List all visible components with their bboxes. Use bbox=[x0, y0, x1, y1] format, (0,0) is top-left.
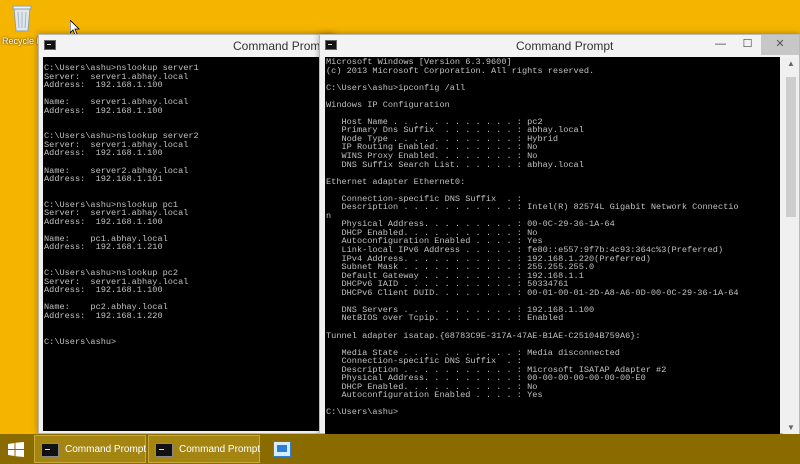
taskbar: Command Prompt Command Prompt bbox=[0, 434, 800, 464]
taskbar-command-prompt-2[interactable]: Command Prompt bbox=[148, 435, 260, 463]
taskbar-pinned-server-manager[interactable] bbox=[266, 436, 298, 462]
console-output-right[interactable]: Microsoft Windows [Version 6.3.9600] (c)… bbox=[325, 57, 780, 435]
taskbar-button-label: Command Prompt bbox=[179, 444, 261, 455]
windows-logo-icon bbox=[8, 442, 24, 457]
maximize-button[interactable]: ☐ bbox=[734, 35, 761, 55]
taskbar-command-prompt-1[interactable]: Command Prompt bbox=[34, 435, 146, 463]
window-controls: — ☐ ✕ bbox=[707, 35, 799, 57]
scroll-up-icon[interactable]: ▲ bbox=[783, 57, 799, 71]
command-prompt-icon bbox=[325, 40, 337, 50]
window-title-right: Command Prompt bbox=[516, 39, 614, 53]
recycle-bin-icon bbox=[12, 5, 32, 32]
taskbar-button-label: Command Prompt bbox=[65, 444, 147, 455]
titlebar-right[interactable]: Command Prompt — ☐ ✕ bbox=[320, 35, 799, 57]
command-prompt-window-left[interactable]: Command Prompt C:\Users\ashu>nslookup se… bbox=[38, 34, 334, 434]
minimize-button[interactable]: — bbox=[707, 35, 734, 55]
titlebar-left[interactable]: Command Prompt bbox=[39, 35, 333, 57]
start-button[interactable] bbox=[0, 434, 32, 464]
recycle-bin-shortcut[interactable]: Recycle B bbox=[2, 0, 43, 48]
recycle-bin-label: Recycle B bbox=[2, 36, 43, 46]
console-output-left[interactable]: C:\Users\ashu>nslookup server1 Server: s… bbox=[43, 57, 329, 431]
vertical-scrollbar[interactable]: ▲ ▼ bbox=[783, 57, 799, 435]
close-button[interactable]: ✕ bbox=[761, 35, 799, 55]
server-manager-icon bbox=[273, 441, 291, 457]
window-title-left: Command Prompt bbox=[233, 39, 331, 53]
command-prompt-icon bbox=[44, 40, 56, 50]
scroll-down-icon[interactable]: ▼ bbox=[783, 421, 799, 435]
command-prompt-icon bbox=[41, 443, 59, 457]
command-prompt-window-right[interactable]: Command Prompt — ☐ ✕ Microsoft Windows [… bbox=[319, 34, 800, 435]
scrollbar-thumb[interactable] bbox=[786, 77, 796, 217]
command-prompt-icon bbox=[155, 443, 173, 457]
